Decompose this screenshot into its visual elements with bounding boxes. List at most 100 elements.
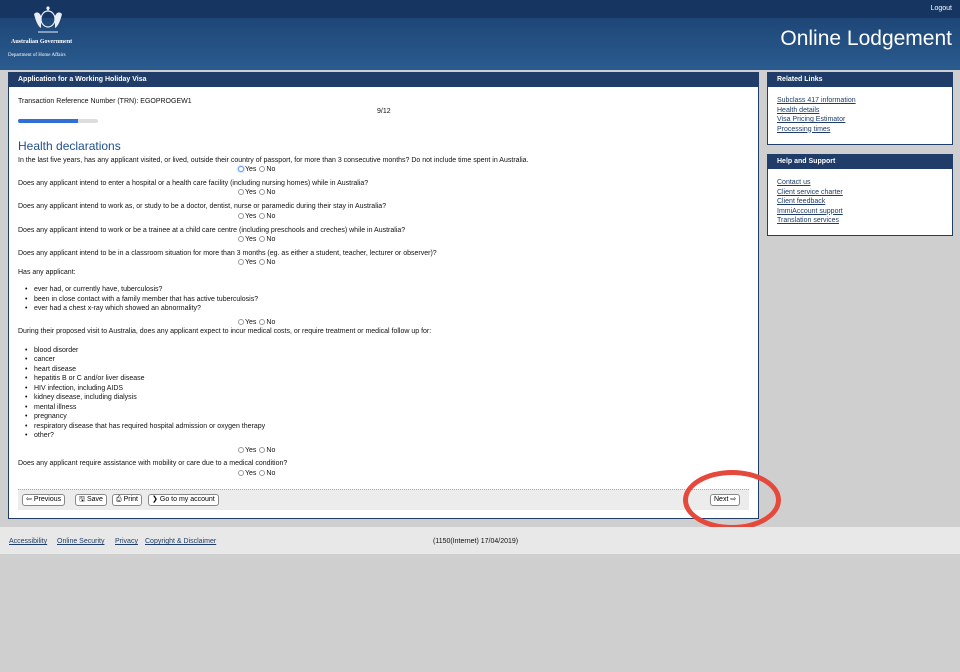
radio-no[interactable] (259, 447, 266, 453)
radio-group: Yes No (238, 259, 275, 266)
list-item: cancer (25, 356, 55, 363)
radio-no[interactable] (259, 470, 266, 476)
copyright-link[interactable]: Copyright & Disclaimer (145, 538, 216, 545)
question-text: In the last five years, has any applican… (18, 157, 529, 164)
related-links-title: Related Links (768, 73, 952, 87)
radio-group: Yes No (238, 447, 275, 454)
print-label: Print (123, 496, 139, 503)
print-button[interactable]: ⎙ Print (112, 494, 143, 506)
no-label: No (266, 447, 276, 454)
question-text: During their proposed visit to Australia… (18, 328, 432, 335)
radio-yes[interactable] (238, 447, 244, 453)
header-banner: Logout Australian Government Department … (0, 0, 960, 70)
list-item: HIV infection, including AIDS (25, 385, 123, 392)
radio-yes[interactable] (238, 259, 244, 265)
account-label: Go to my account (159, 496, 215, 503)
no-label: No (266, 213, 276, 220)
help-link[interactable]: Contact us (777, 179, 810, 186)
related-link[interactable]: Processing times (777, 126, 830, 133)
save-label: Save (86, 496, 103, 503)
list-item: been in close contact with a family memb… (25, 296, 258, 303)
list-item: other? (25, 432, 54, 439)
trn-text: Transaction Reference Number (TRN): EGOP… (18, 98, 192, 105)
progress-fill (18, 119, 78, 123)
related-links-panel: Related Links Subclass 417 information H… (767, 72, 953, 145)
progress-bar (18, 119, 98, 123)
no-label: No (266, 166, 276, 173)
radio-group: Yes No (238, 236, 275, 243)
yes-label: Yes (245, 259, 257, 266)
yes-label: Yes (245, 236, 257, 243)
related-link[interactable]: Health details (777, 107, 819, 114)
question-text: Does any applicant intend to work as, or… (18, 203, 387, 210)
previous-label: Previous (33, 496, 62, 503)
radio-no[interactable] (259, 319, 266, 325)
previous-button[interactable]: ⇦ Previous (22, 494, 66, 506)
help-link[interactable]: Translation services (777, 217, 839, 224)
arrow-left-icon: ⇦ (26, 496, 32, 503)
radio-no[interactable] (259, 189, 266, 195)
question-text: Has any applicant: (18, 269, 76, 276)
no-label: No (266, 236, 276, 243)
no-label: No (266, 470, 276, 477)
question-text: Does any applicant intend to work or be … (18, 227, 406, 234)
radio-no[interactable] (259, 166, 266, 172)
related-link[interactable]: Visa Pricing Estimator (777, 116, 845, 123)
section-title: Health declarations (18, 139, 121, 153)
accessibility-link[interactable]: Accessibility (9, 538, 47, 545)
highlight-circle (683, 470, 781, 530)
list-item: pregnancy (25, 413, 67, 420)
save-button[interactable]: 🖫 Save (75, 494, 107, 506)
logout-link[interactable]: Logout (931, 5, 952, 12)
yes-label: Yes (245, 470, 257, 477)
radio-group: Yes No (238, 213, 275, 220)
help-support-title: Help and Support (768, 155, 952, 169)
list-item: kidney disease, including dialysis (25, 394, 137, 401)
radio-yes[interactable] (238, 213, 244, 219)
no-label: No (266, 259, 276, 266)
footer: Accessibility Online Security Privacy Co… (0, 527, 960, 554)
chevron-right-icon: ❯ (152, 496, 158, 503)
radio-group: Yes No (238, 319, 275, 326)
no-label: No (266, 319, 276, 326)
yes-label: Yes (245, 166, 257, 173)
list-item: respiratory disease that has required ho… (25, 423, 265, 430)
radio-yes[interactable] (238, 236, 244, 242)
radio-yes[interactable] (238, 319, 244, 325)
online-security-link[interactable]: Online Security (57, 538, 104, 545)
radio-no[interactable] (259, 213, 266, 219)
panel-title: Application for a Working Holiday Visa (9, 73, 758, 87)
radio-yes[interactable] (238, 189, 244, 195)
gov-line-1: Australian Government (11, 39, 73, 45)
radio-no[interactable] (259, 236, 266, 242)
site-title: Online Lodgement (780, 27, 952, 50)
yes-label: Yes (245, 319, 257, 326)
build-info: (1150(Internet) 17/04/2019) (433, 538, 519, 545)
no-label: No (266, 189, 276, 196)
list-item: mental illness (25, 404, 77, 411)
help-link[interactable]: Client feedback (777, 198, 825, 205)
related-link[interactable]: Subclass 417 information (777, 97, 856, 104)
radio-yes[interactable] (238, 166, 244, 172)
save-icon: 🖫 (79, 496, 85, 503)
radio-group: Yes No (238, 166, 275, 173)
list-item: ever had a chest x-ray which showed an a… (25, 305, 201, 312)
radio-no[interactable] (259, 259, 266, 265)
yes-label: Yes (245, 447, 257, 454)
question-text: Does any applicant require assistance wi… (18, 460, 288, 467)
go-to-account-button[interactable]: ❯ Go to my account (148, 494, 219, 506)
radio-yes[interactable] (238, 470, 244, 476)
list-item: heart disease (25, 366, 76, 373)
question-text: Does any applicant intend to be in a cla… (18, 250, 437, 257)
radio-group: Yes No (238, 470, 275, 477)
help-link[interactable]: Client service charter (777, 189, 843, 196)
application-panel: Application for a Working Holiday Visa T… (8, 72, 759, 519)
button-bar: ⇦ Previous 🖫 Save ⎙ Print ❯ Go to my account… (18, 489, 749, 510)
yes-label: Yes (245, 189, 257, 196)
gov-line-2: Department of Home Affairs (8, 53, 66, 58)
yes-label: Yes (245, 213, 257, 220)
page-indicator: 9/12 (377, 108, 391, 115)
radio-group: Yes No (238, 189, 275, 196)
help-link[interactable]: ImmiAccount support (777, 208, 843, 215)
privacy-link[interactable]: Privacy (115, 538, 138, 545)
